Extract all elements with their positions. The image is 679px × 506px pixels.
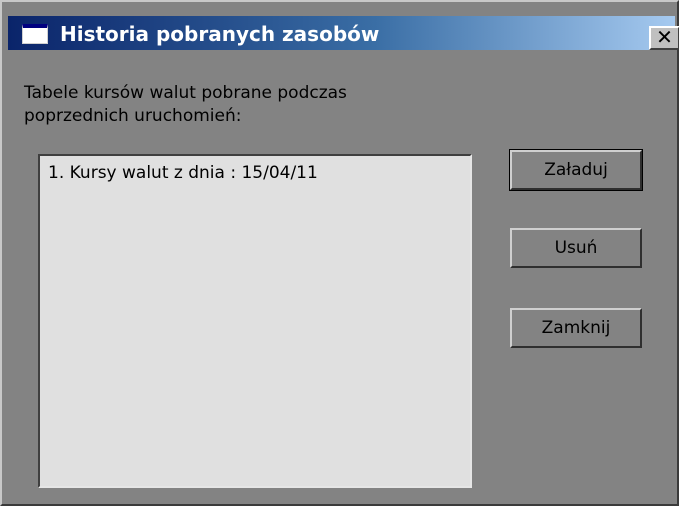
dialog-window: Historia pobranych zasobów ✕ Tabele kurs… <box>0 0 679 506</box>
load-button[interactable]: Załaduj <box>509 149 643 191</box>
history-listbox[interactable]: 1. Kursy walut z dnia : 15/04/11 <box>38 154 472 488</box>
close-icon[interactable]: ✕ <box>649 26 679 50</box>
delete-button[interactable]: Usuń <box>510 228 642 268</box>
close-button[interactable]: Zamknij <box>510 308 642 348</box>
title-bar[interactable]: Historia pobranych zasobów ✕ <box>8 16 679 50</box>
list-item[interactable]: 1. Kursy walut z dnia : 15/04/11 <box>48 162 462 184</box>
instruction-label: Tabele kursów walut pobrane podczas popr… <box>24 83 347 126</box>
window-title: Historia pobranych zasobów <box>60 22 380 46</box>
window-icon <box>22 24 48 44</box>
